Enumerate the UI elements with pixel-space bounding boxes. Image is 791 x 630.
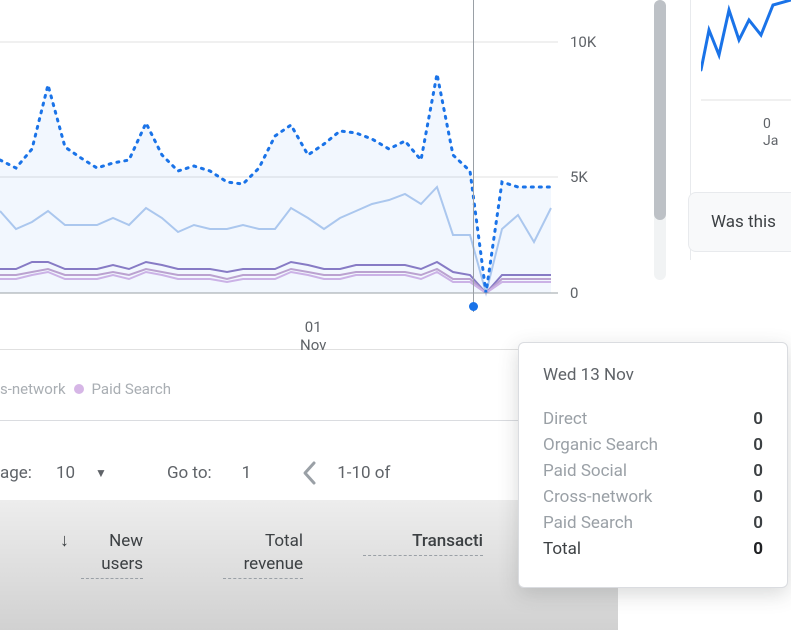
chevron-down-icon: ▼ bbox=[95, 466, 107, 480]
rows-per-page-select[interactable]: 10 ▼ bbox=[56, 463, 107, 483]
rows-per-page-value: 10 bbox=[56, 463, 75, 483]
feedback-prompt-text: Was this bbox=[711, 212, 776, 232]
vertical-scrollbar[interactable] bbox=[654, 0, 666, 280]
column-header-transactions[interactable]: Transacti bbox=[363, 530, 483, 556]
tooltip-row-direct: Direct 0 bbox=[543, 409, 763, 429]
tooltip-row-paid-social: Paid Social 0 bbox=[543, 461, 763, 481]
goto-page: Go to: 1 bbox=[167, 463, 251, 483]
chart-tooltip: Wed 13 Nov Direct 0 Organic Search 0 Pai… bbox=[518, 342, 788, 588]
tooltip-row-paid-search: Paid Search 0 bbox=[543, 513, 763, 533]
chart-hover-point bbox=[469, 302, 478, 311]
page-range: 1-10 of bbox=[337, 463, 390, 483]
y-tick-0: 0 bbox=[570, 284, 578, 302]
sort-arrow-icon[interactable]: ↓ bbox=[60, 530, 69, 551]
traffic-line-chart[interactable]: 10K 5K 0 01 Nov bbox=[0, 0, 618, 350]
legend-dot-paid-search bbox=[74, 384, 84, 394]
sparkline-x-tick: 0 Ja bbox=[763, 116, 778, 150]
sparkline-chart bbox=[701, 0, 791, 110]
feedback-prompt[interactable]: Was this bbox=[688, 192, 791, 252]
chart-hover-line bbox=[473, 0, 474, 312]
tooltip-row-organic: Organic Search 0 bbox=[543, 435, 763, 455]
chart-plot bbox=[0, 0, 558, 312]
legend-item-crossnetwork-fragment: s-network bbox=[0, 380, 66, 398]
prev-page-button[interactable] bbox=[301, 459, 319, 487]
tooltip-date: Wed 13 Nov bbox=[543, 365, 763, 385]
scrollbar-thumb[interactable] bbox=[654, 0, 666, 220]
chevron-left-icon bbox=[301, 459, 319, 487]
x-tick-nov1: 01 Nov bbox=[300, 318, 326, 354]
goto-label: Go to: bbox=[167, 463, 212, 483]
column-header-total-revenue[interactable]: Total revenue bbox=[223, 530, 303, 579]
y-tick-10k: 10K bbox=[570, 33, 596, 51]
rows-per-page-label: age: bbox=[0, 463, 32, 483]
column-header-new-users[interactable]: New users bbox=[81, 530, 143, 579]
tooltip-row-cross-network: Cross-network 0 bbox=[543, 487, 763, 507]
legend-item-paid-search: Paid Search bbox=[92, 380, 171, 398]
goto-page-input[interactable]: 1 bbox=[242, 463, 252, 483]
chart-legend: s-network Paid Search bbox=[0, 380, 171, 398]
tooltip-row-total: Total 0 bbox=[543, 539, 763, 559]
y-tick-5k: 5K bbox=[570, 168, 588, 186]
